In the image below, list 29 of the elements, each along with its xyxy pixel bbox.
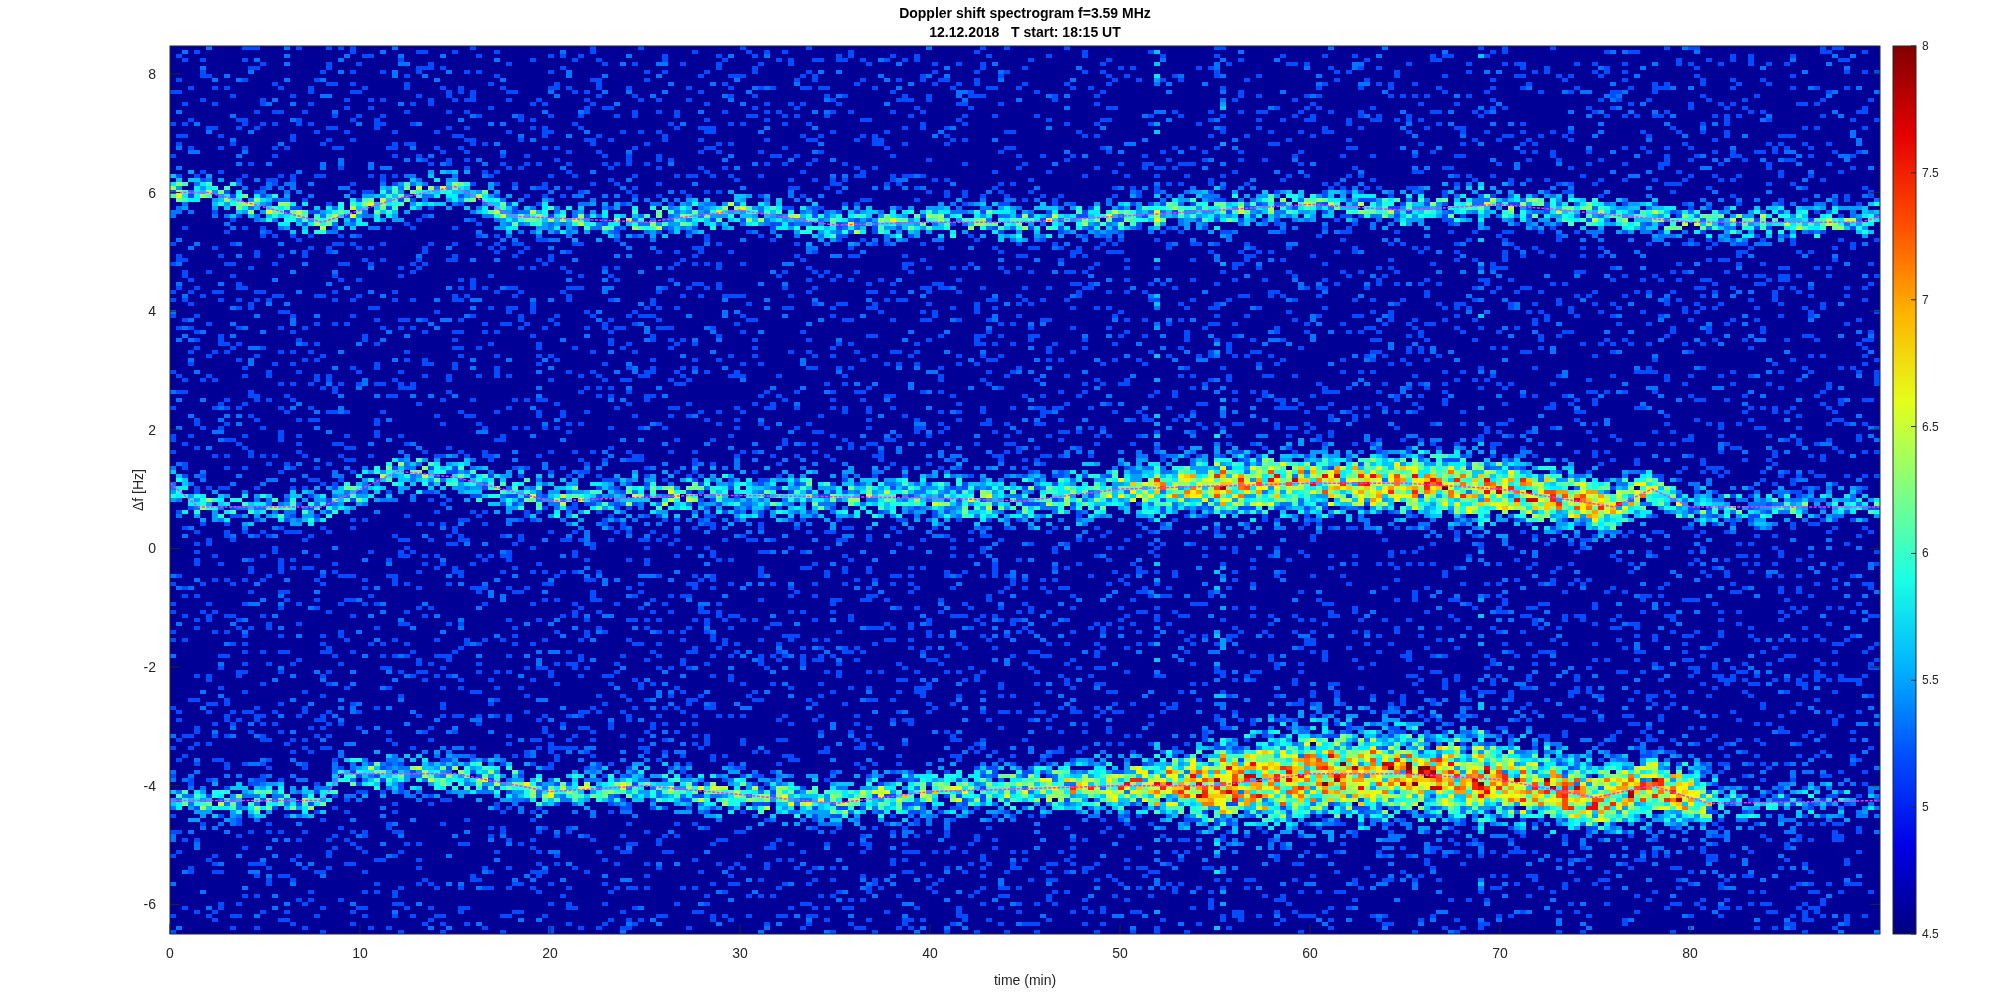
colorbar-tick-label: 5 (1922, 800, 1929, 815)
colorbar-tick-label: 7.5 (1922, 165, 1939, 180)
colorbar-tick-label: 4.5 (1922, 927, 1939, 941)
tick-label: 4 (148, 303, 156, 320)
colorbar-tick-label: 6 (1922, 546, 1929, 561)
tick-label: -2 (143, 659, 156, 676)
tick-label: 0 (166, 945, 174, 961)
tick-label: 20 (542, 945, 558, 961)
axis-label: Δf [Hz] (130, 469, 146, 511)
colorbar-tick-label: 5.5 (1922, 673, 1939, 688)
tick-label: 80 (1682, 945, 1698, 961)
tick-label: 6 (148, 184, 156, 201)
tick-label: 2 (148, 421, 156, 438)
axis-label: time (min) (993, 972, 1057, 988)
tick-label: 10 (352, 945, 368, 961)
tick-label: 0 (148, 540, 156, 557)
tick-label: 50 (1112, 945, 1128, 961)
tick-label: 70 (1492, 945, 1508, 961)
tick-label: 30 (732, 945, 748, 961)
tick-label: 60 (1302, 945, 1318, 961)
chart-title: 12.12.2018 T start: 18:15 UT (929, 24, 1121, 40)
colorbar-tick-label: 8 (1922, 39, 1929, 53)
colorbar-tick-label: 6.5 (1922, 419, 1939, 434)
chart-title: Doppler shift spectrogram f=3.59 MHz (899, 5, 1151, 21)
tick-label: 40 (922, 945, 938, 961)
tick-label: -4 (143, 777, 156, 794)
colorbar-tick-label: 7 (1922, 292, 1929, 307)
tick-label: -6 (143, 896, 156, 913)
tick-label: 8 (148, 65, 156, 82)
